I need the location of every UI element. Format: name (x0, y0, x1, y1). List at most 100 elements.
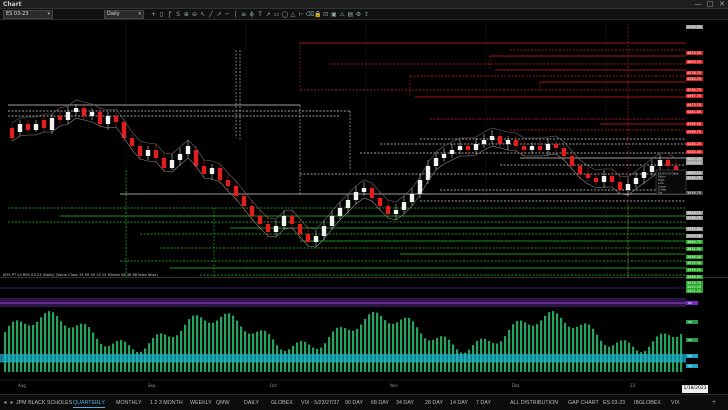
candle-body (401, 202, 407, 210)
tab-gap-chart[interactable]: GAP CHART (568, 398, 599, 408)
candle-body (337, 208, 343, 216)
magnet-icon[interactable]: ⊡ (322, 11, 329, 18)
candle-body (353, 192, 359, 200)
x-axis-label: Aug (18, 383, 26, 388)
osc-histogram-bar (44, 313, 47, 372)
tab-es-03-23[interactable]: ES 03-23 (603, 398, 625, 408)
alert-icon[interactable]: ⚠ (339, 11, 346, 18)
add-tab-icon[interactable]: + (711, 398, 717, 408)
candle-body (545, 144, 551, 150)
draw-line-icon[interactable]: ╱ (207, 11, 214, 18)
tab-monthly[interactable]: MONTHLY (116, 398, 142, 408)
arrow-icon[interactable]: ➚ (265, 11, 272, 18)
tab-1-2-3-month[interactable]: 1 2 3 MONTH (150, 398, 183, 408)
channel-icon[interactable]: ≡ (240, 11, 247, 18)
eraser-icon[interactable]: ⌫ (306, 11, 314, 18)
tab-68-day[interactable]: 68 DAY (371, 398, 389, 408)
scroll-right-icon[interactable]: ▸ (9, 398, 15, 408)
current-date-badge: 1/18/2023 (682, 385, 708, 393)
minimize-button[interactable]: — (692, 0, 704, 9)
indicator-icon[interactable]: ƒ (166, 11, 173, 18)
scroll-left-icon[interactable]: ◂ (2, 398, 8, 408)
tab-globex[interactable]: GLOBEX (271, 398, 293, 408)
tab-28-day[interactable]: 28 DAY (425, 398, 443, 408)
tab-vix-5-23-27-37[interactable]: VIX - 5/23/27/37 (301, 398, 339, 408)
interval-selector[interactable]: Daily ▾ (104, 10, 144, 19)
oscillator-legend: JATS PT v3 RES 03-23 (Daily) (Value Clos… (3, 273, 158, 277)
rectangle-icon[interactable]: ▭ (273, 11, 280, 18)
chevron-down-icon: ▾ (138, 11, 141, 17)
bar-type-icon[interactable]: ▯ (158, 11, 165, 18)
tab-ibglobex[interactable]: IBGLOBEX (634, 398, 661, 408)
fib-icon[interactable]: ϕ (248, 11, 255, 18)
candle-body (345, 200, 351, 208)
tab-qmw[interactable]: QMW (216, 398, 230, 408)
instrument-value: ES 03-23 (6, 11, 29, 17)
ellipse-icon[interactable]: ◯ (281, 11, 288, 18)
tab-7-day[interactable]: 7 DAY (476, 398, 491, 408)
osc-histogram-bar (252, 333, 255, 372)
hline-icon[interactable]: ─ (224, 11, 231, 18)
data-box-icon[interactable]: ▤ (347, 11, 354, 18)
osc-histogram-bar (164, 334, 167, 372)
chevron-down-icon: ▾ (47, 11, 50, 17)
candle-body (329, 216, 335, 226)
ray-icon[interactable]: ↗ (216, 11, 223, 18)
candle-body (145, 150, 151, 156)
crosshair-icon[interactable]: + (150, 11, 157, 18)
tab-vix[interactable]: VIX (671, 398, 680, 408)
vline-icon[interactable]: │ (232, 11, 239, 18)
maximize-button[interactable]: □ (704, 0, 716, 9)
candle-body (505, 140, 511, 144)
instrument-selector[interactable]: ES 03-23 ▾ (3, 10, 53, 19)
osc-histogram-bar (512, 324, 515, 372)
tab-quarterly[interactable]: QUARTERLY (73, 398, 105, 408)
osc-histogram-bar (528, 324, 531, 372)
price-label: 4369.75 (686, 130, 703, 134)
osc-histogram-bar (412, 321, 415, 372)
candle-body (73, 108, 79, 112)
tab-14-day[interactable]: 14 DAY (450, 398, 468, 408)
pointer-icon[interactable]: ↖ (199, 11, 206, 18)
triangle-icon[interactable]: △ (289, 11, 296, 18)
candle-body (105, 116, 111, 124)
osc-histogram-bar (236, 320, 239, 372)
candle-body (537, 146, 543, 150)
osc-histogram-bar (28, 325, 31, 372)
candle-body (625, 184, 631, 190)
osc-histogram-bar (264, 330, 267, 372)
price-axis: 4700.00 4633.50 4603.25 4578.75 4560.25 4534.… (686, 20, 728, 293)
price-label: 4633.50 (686, 51, 703, 55)
osc-histogram-bar (356, 328, 359, 372)
candle-body (33, 124, 39, 130)
tab-weekly[interactable]: WEEKLY (190, 398, 212, 408)
osc-histogram-bar (592, 328, 595, 372)
price-chart[interactable]: ES 03-23 DailyOpenHighLowClose0 DayVol70… (0, 20, 728, 394)
tab-all-distribution[interactable]: ALL DISTRIBUTION (510, 398, 558, 408)
osc-histogram-bar (68, 327, 71, 372)
osc-histogram-bar (232, 315, 235, 372)
osc-histogram-bar (36, 321, 39, 372)
chart-toolbar: ES 03-23 ▾ Daily ▾ + ▯ ƒ S ⊕ ⊖ ↖ ╱ ↗ ─ │ ≡ ϕ T ➚ ▭ ◯ △ ⊢ ⌫ 🔒… (0, 9, 728, 20)
osc-histogram-bar (548, 312, 551, 372)
ruler-icon[interactable]: ⊢ (298, 11, 305, 18)
osc-histogram-bar (540, 320, 543, 372)
strategy-icon[interactable]: S (175, 11, 182, 18)
zoom-out-icon[interactable]: ⊖ (191, 11, 198, 18)
tab-daily[interactable]: DAILY (244, 398, 259, 408)
tab-jpm-black-scholes[interactable]: JPM BLACK SCHOLES (16, 398, 72, 408)
candle-body (441, 154, 447, 158)
osc-histogram-bar (360, 324, 363, 372)
candle-body (265, 224, 271, 232)
lock-icon[interactable]: 🔒 (314, 11, 321, 18)
close-button[interactable]: ✕ (716, 0, 728, 9)
share-icon[interactable]: ⇪ (363, 11, 370, 18)
properties-icon[interactable]: ⚙ (355, 11, 362, 18)
osc-histogram-bar (536, 324, 539, 372)
candle-body (553, 144, 559, 148)
tab-90-day[interactable]: 90 DAY (345, 398, 363, 408)
tab-34-day[interactable]: 34 DAY (396, 398, 414, 408)
zoom-in-icon[interactable]: ⊕ (183, 11, 190, 18)
snapshot-icon[interactable]: ▣ (330, 11, 337, 18)
text-icon[interactable]: T (257, 11, 264, 18)
